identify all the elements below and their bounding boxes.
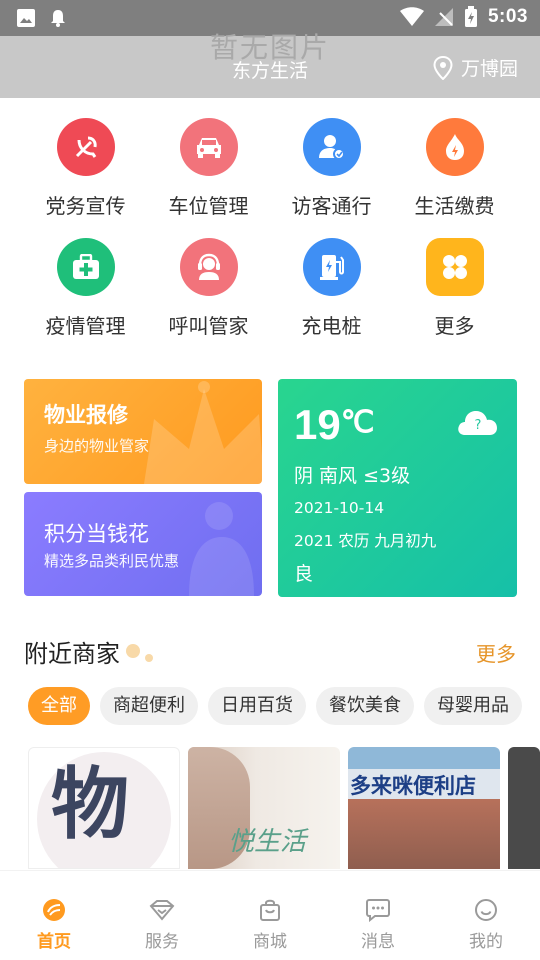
chip-supermarket[interactable]: 商超便利 [100, 687, 198, 725]
tab-service[interactable]: 服务 [108, 871, 216, 960]
cloud-question-icon: ? [458, 411, 497, 435]
location-pin-icon [433, 55, 453, 80]
tab-messages[interactable]: 消息 [324, 871, 432, 960]
decorative-dot [126, 644, 140, 658]
shop-card[interactable]: 多来咪便利店 [348, 747, 500, 869]
tab-label: 商城 [253, 932, 287, 952]
visitor-icon [302, 118, 361, 176]
nearby-section-title: 附近商家 [24, 640, 120, 668]
home-icon [41, 897, 67, 923]
location-label: 万博园 [460, 58, 518, 80]
grid-item-call-butler[interactable]: 呼叫管家 [147, 238, 270, 339]
battery-charging-icon [464, 6, 477, 27]
wifi-icon [399, 7, 424, 26]
notification-bell-icon [51, 10, 65, 27]
fire-icon [425, 118, 484, 176]
app-header: 暂无图片 东方生活 万博园 [0, 31, 540, 98]
grid-item-label: 党务宣传 [45, 194, 126, 218]
nearby-more-link[interactable]: 更多 [476, 638, 516, 667]
grid-item-visitor[interactable]: 访客通行 [270, 118, 393, 219]
repair-card-title: 物业报修 [44, 403, 128, 427]
image-icon [17, 9, 35, 27]
shop-card[interactable] [508, 747, 540, 869]
shop-sign-text: 多来咪便利店 [350, 774, 476, 798]
headset-icon [179, 238, 238, 296]
weather-date: 2021-10-14 [294, 499, 385, 517]
person-decoration-icon [189, 502, 254, 596]
grid-item-label: 车位管理 [168, 194, 249, 218]
chip-all[interactable]: 全部 [28, 687, 90, 725]
grid-item-parking[interactable]: 车位管理 [147, 118, 270, 219]
no-signal-icon [434, 8, 453, 26]
tab-home[interactable]: 首页 [0, 871, 108, 960]
grid-item-label: 更多 [434, 314, 475, 338]
shop-bag-icon [257, 897, 283, 923]
tab-label: 消息 [361, 932, 395, 952]
shop-list: 物 悦生活 多来咪便利店 [28, 747, 540, 869]
weather-card[interactable]: ? 19℃ 阴 南风 ≤3级 2021-10-14 2021 农历 九月初九 良 [278, 379, 517, 597]
tab-label: 首页 [37, 932, 71, 952]
points-card-title: 积分当钱花 [44, 522, 149, 546]
shop-card[interactable]: 悦生活 [188, 747, 340, 869]
weather-lunar-date: 2021 农历 九月初九 [294, 532, 437, 550]
category-chips: 全部 商超便利 日用百货 餐饮美食 母婴用品 [28, 687, 540, 727]
tab-mall[interactable]: 商城 [216, 871, 324, 960]
status-time: 5:03 [487, 6, 528, 27]
grid-item-bills[interactable]: 生活缴费 [393, 118, 516, 219]
tab-label: 服务 [145, 932, 179, 952]
shop-front [348, 799, 500, 869]
medical-kit-icon [56, 238, 115, 296]
air-quality-label: 良 [294, 563, 314, 585]
repair-card-subtitle: 身边的物业管家 [44, 437, 150, 455]
party-emblem-icon [56, 118, 115, 176]
chip-daily-goods[interactable]: 日用百货 [208, 687, 306, 725]
tab-profile[interactable]: 我的 [432, 871, 540, 960]
grid-item-label: 呼叫管家 [168, 314, 249, 338]
message-icon [365, 897, 391, 923]
grid-item-label: 充电桩 [301, 314, 362, 338]
tab-label: 我的 [469, 932, 503, 952]
charger-icon [302, 238, 361, 296]
svg-text:?: ? [475, 418, 482, 433]
service-icon [149, 897, 175, 923]
crown-decoration-icon [144, 381, 262, 484]
decorative-dot [145, 654, 153, 662]
shop-logo-text: 悦生活 [228, 827, 307, 857]
shop-logo-text: 物 [51, 760, 130, 850]
points-card-subtitle: 精选多品类利民优惠 [44, 552, 180, 570]
property-repair-card[interactable]: 物业报修 身边的物业管家 [24, 379, 262, 484]
car-icon [179, 118, 238, 176]
grid-item-party[interactable]: 党务宣传 [24, 118, 147, 219]
grid-item-more[interactable]: 更多 [393, 238, 516, 339]
apps-icon [425, 238, 484, 296]
grid-item-label: 疫情管理 [45, 314, 126, 338]
grid-item-label: 生活缴费 [414, 194, 495, 218]
chip-baby[interactable]: 母婴用品 [424, 687, 522, 725]
bottom-nav: 首页 服务 商城 消息 我的 [0, 870, 540, 960]
points-card[interactable]: 积分当钱花 精选多品类利民优惠 [24, 492, 262, 596]
shop-card[interactable]: 物 [28, 747, 180, 869]
grid-item-charger[interactable]: 充电桩 [270, 238, 393, 339]
location-selector[interactable]: 万博园 [433, 54, 518, 81]
grid-item-epidemic[interactable]: 疫情管理 [24, 238, 147, 339]
weather-description: 阴 南风 ≤3级 [294, 465, 411, 487]
chip-food[interactable]: 餐饮美食 [316, 687, 414, 725]
grid-item-label: 访客通行 [291, 194, 372, 218]
profile-icon [473, 897, 499, 923]
weather-temperature: 19℃ [294, 401, 375, 448]
